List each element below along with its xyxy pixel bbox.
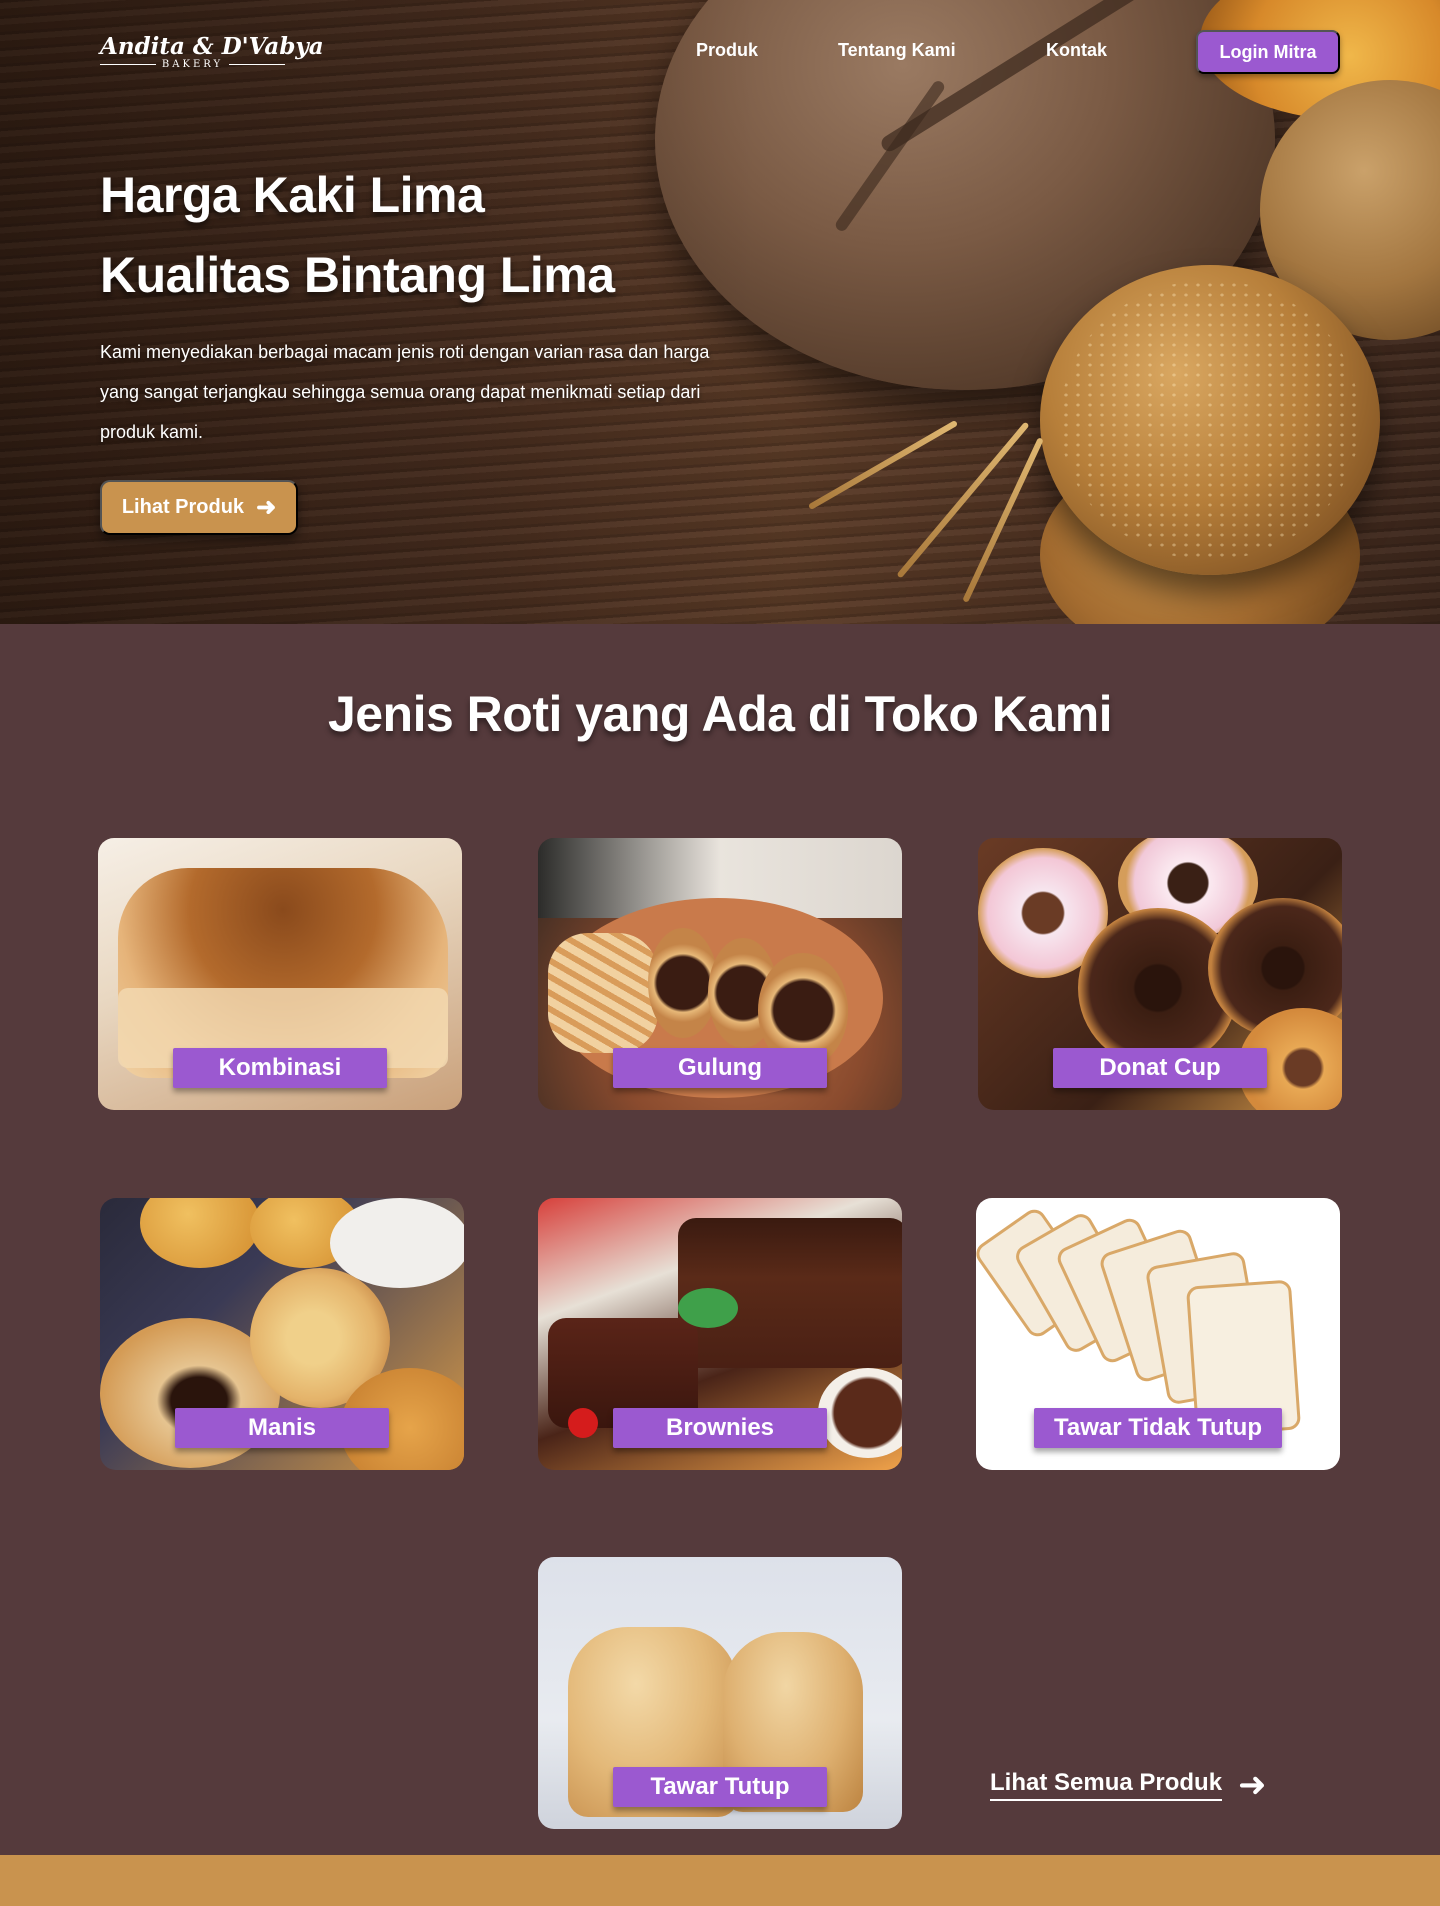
product-label: Manis <box>175 1408 389 1448</box>
product-label: Kombinasi <box>173 1048 387 1088</box>
brand-logo[interactable]: Andita & D'Vabya BAKERY <box>100 33 324 76</box>
hero-section: Andita & D'Vabya BAKERY Produk Tentang K… <box>0 0 1440 624</box>
product-card-kombinasi[interactable]: Kombinasi <box>98 838 462 1110</box>
product-card-manis[interactable]: Manis <box>100 1198 464 1470</box>
nav-link-produk[interactable]: Produk <box>696 40 758 61</box>
footer-band <box>0 1855 1440 1906</box>
hero-description: Kami menyediakan berbagai macam jenis ro… <box>100 342 710 442</box>
product-label: Donat Cup <box>1053 1048 1267 1088</box>
lihat-semua-produk-label: Lihat Semua Produk <box>990 1769 1223 1801</box>
brand-logo-script: Andita & D'Vabya <box>100 33 324 60</box>
top-navbar: Andita & D'Vabya BAKERY Produk Tentang K… <box>0 0 1440 104</box>
hero-title: Harga Kaki Lima Kualitas Bintang Lima <box>100 155 720 315</box>
nav-link-kontak[interactable]: Kontak <box>1046 40 1107 61</box>
product-label: Tawar Tutup <box>613 1767 827 1807</box>
brand-logo-subtitle: BAKERY <box>161 59 224 70</box>
arrow-right-icon: ➜ <box>1238 1765 1267 1805</box>
nav-link-tentang-kami[interactable]: Tentang Kami <box>838 40 956 61</box>
product-card-donat-cup[interactable]: Donat Cup <box>978 838 1342 1110</box>
hero-title-line1: Harga Kaki Lima <box>100 167 485 223</box>
product-card-tawar-tidak-tutup[interactable]: Tawar Tidak Tutup <box>976 1198 1340 1470</box>
lihat-produk-label: Lihat Produk <box>121 496 245 518</box>
lihat-produk-button[interactable]: Lihat Produk ➜ <box>100 480 298 535</box>
product-label: Gulung <box>613 1048 827 1088</box>
arrow-right-icon: ➜ <box>256 493 277 521</box>
product-card-gulung[interactable]: Gulung <box>538 838 902 1110</box>
products-section-title: Jenis Roti yang Ada di Toko Kami <box>327 686 1113 742</box>
product-card-tawar-tutup[interactable]: Tawar Tutup <box>538 1557 902 1829</box>
hero-title-line2: Kualitas Bintang Lima <box>100 247 615 303</box>
login-mitra-button[interactable]: Login Mitra <box>1196 30 1340 74</box>
product-label: Tawar Tidak Tutup <box>1033 1408 1283 1448</box>
product-label: Brownies <box>613 1408 827 1448</box>
lihat-semua-produk-link[interactable]: Lihat Semua Produk ➜ <box>990 1768 1267 1802</box>
product-card-brownies[interactable]: Brownies <box>538 1198 902 1470</box>
